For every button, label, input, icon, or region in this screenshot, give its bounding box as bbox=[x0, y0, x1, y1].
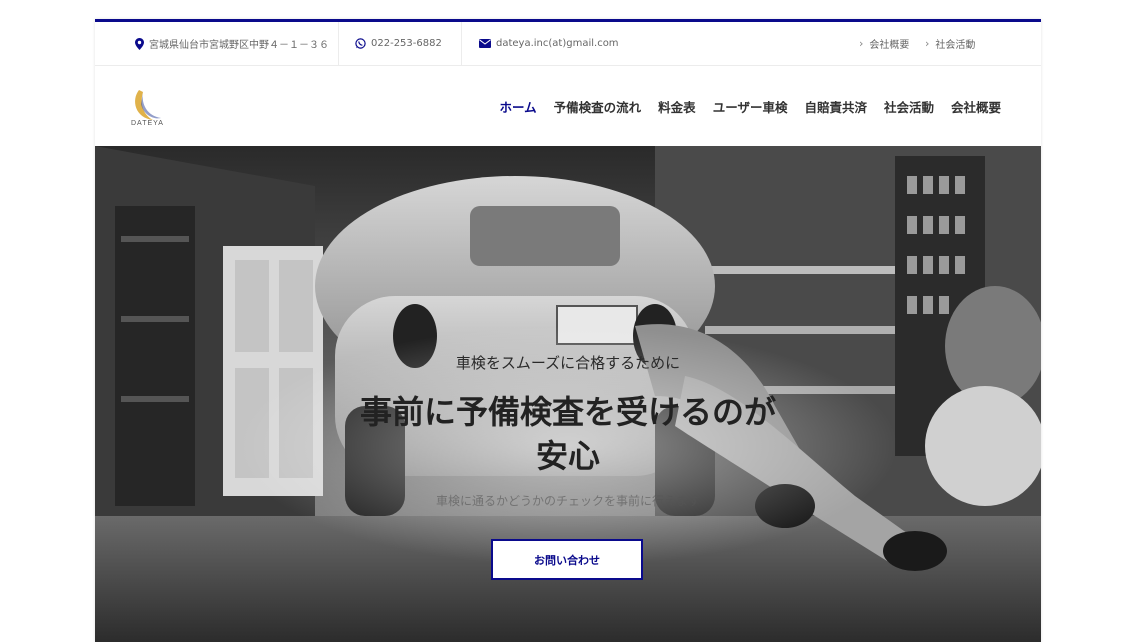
hero-title: 事前に予備検査を受けるのが安心 bbox=[359, 393, 776, 475]
address-text: 宮城県仙台市宮城野区中野４－１－３６ bbox=[149, 40, 329, 51]
contact-button[interactable]: お問い合わせ bbox=[491, 539, 643, 580]
chevron-right-icon: › bbox=[925, 37, 930, 50]
logo-text: DATEYA bbox=[131, 120, 164, 127]
topbar-link-company[interactable]: › 会社概要 bbox=[859, 22, 909, 65]
site-header: DATEYA ホーム 予備検査の流れ 料金表 ユーザー車検 自賠責共済 社会活動… bbox=[95, 66, 1041, 146]
email-item[interactable]: dateya.inc(at)gmail.com bbox=[479, 22, 619, 65]
nav-item-flow[interactable]: 予備検査の流れ bbox=[554, 97, 642, 116]
hero-section: 車検をスムーズに合格するために 事前に予備検査を受けるのが安心 車検に通るかどう… bbox=[95, 146, 1041, 642]
nav-item-company[interactable]: 会社概要 bbox=[951, 97, 1001, 116]
hero-description: 車検に通るかどうかのチェックを事前に行えます bbox=[435, 494, 700, 508]
main-nav: ホーム 予備検査の流れ 料金表 ユーザー車検 自賠責共済 社会活動 会社概要 bbox=[483, 66, 1001, 146]
nav-item-insurance[interactable]: 自賠責共済 bbox=[804, 97, 867, 116]
whatsapp-icon bbox=[355, 38, 366, 49]
envelope-icon bbox=[479, 39, 491, 48]
phone-item[interactable]: 022-253-6882 bbox=[355, 22, 442, 65]
topbar: 宮城県仙台市宮城野区中野４－１－３６ 022-253-6882 dateya.i… bbox=[95, 22, 1041, 66]
nav-item-pricing[interactable]: 料金表 bbox=[658, 97, 696, 116]
topbar-link-social[interactable]: › 社会活動 bbox=[925, 22, 975, 65]
nav-item-user-inspection[interactable]: ユーザー車検 bbox=[713, 97, 788, 116]
phone-text: 022-253-6882 bbox=[371, 38, 442, 49]
chevron-right-icon: › bbox=[859, 37, 864, 50]
nav-item-social[interactable]: 社会活動 bbox=[884, 97, 934, 116]
map-pin-icon bbox=[135, 37, 144, 50]
site-container: 宮城県仙台市宮城野区中野４－１－３６ 022-253-6882 dateya.i… bbox=[95, 19, 1041, 642]
email-text: dateya.inc(at)gmail.com bbox=[496, 38, 619, 49]
nav-item-home[interactable]: ホーム bbox=[500, 97, 537, 116]
address-item: 宮城県仙台市宮城野区中野４－１－３６ bbox=[135, 22, 329, 65]
hero-subtitle: 車検をスムーズに合格するために bbox=[455, 354, 681, 372]
